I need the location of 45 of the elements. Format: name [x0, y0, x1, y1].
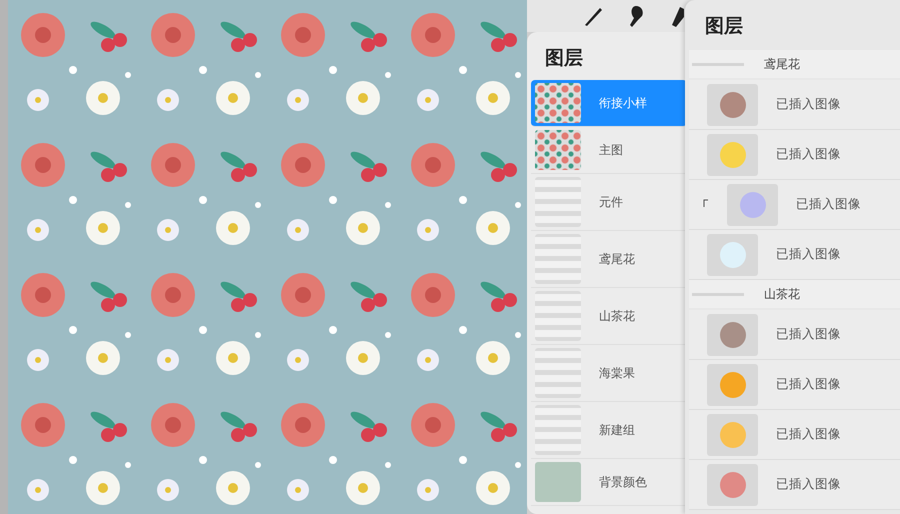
layer-name: 海棠果: [599, 365, 635, 382]
layer-name: 已插入图像: [776, 145, 841, 164]
group-name: 山茶花: [764, 286, 800, 303]
layer-name: 元件: [599, 194, 623, 211]
layer-row[interactable]: 背景颜色: [531, 459, 687, 506]
layer-name: 新建组: [599, 422, 635, 439]
layer-thumbnail: [535, 130, 581, 170]
group-thumbnail: [535, 348, 581, 398]
layer-name: 背景颜色: [599, 474, 647, 491]
layer-row[interactable]: 已插入图像: [689, 80, 900, 130]
panel-title: 图层: [704, 14, 744, 39]
layer-row[interactable]: 主图: [531, 127, 687, 174]
group-thumbnail: [535, 291, 581, 341]
group-thumbnail: [535, 177, 581, 227]
layer-row[interactable]: 鸢尾花: [531, 231, 687, 288]
layer-row[interactable]: 已插入图像: [689, 230, 900, 280]
layer-name: 衔接小样: [599, 95, 647, 112]
layer-row[interactable]: 新建组: [531, 402, 687, 459]
layer-row[interactable]: 衔接小样: [531, 80, 687, 127]
group-header[interactable]: 山茶花: [689, 280, 900, 308]
layer-name: 鸢尾花: [599, 251, 635, 268]
layer-name: 山茶花: [599, 308, 635, 325]
layer-name: 已插入图像: [796, 195, 861, 214]
group-header[interactable]: 鸢尾花: [689, 50, 900, 78]
layer-name: 已插入图像: [776, 425, 841, 444]
group-name: 鸢尾花: [764, 56, 800, 73]
group-thumbnail: [535, 405, 581, 455]
layer-name: 主图: [599, 142, 623, 159]
layer-thumbnail: [535, 83, 581, 123]
layer-name: 已插入图像: [776, 475, 841, 494]
layer-row[interactable]: 山茶花: [531, 288, 687, 345]
layer-name: 已插入图像: [776, 375, 841, 394]
layer-name: 已插入图像: [776, 245, 841, 264]
layer-name: 已插入图像: [776, 95, 841, 114]
layer-row[interactable]: 海棠果: [531, 345, 687, 402]
layer-row[interactable]: 已插入图像: [689, 180, 900, 230]
layer-row[interactable]: 已插入图像: [689, 310, 900, 360]
layer-row[interactable]: 已插入图像: [689, 460, 900, 510]
layer-row[interactable]: 元件: [531, 174, 687, 231]
layer-row[interactable]: 已插入图像: [689, 410, 900, 460]
layer-row[interactable]: 已插入图像: [689, 130, 900, 180]
group-thumbnail: [535, 234, 581, 284]
layer-name: 已插入图像: [776, 325, 841, 344]
layer-row[interactable]: 已插入图像: [689, 360, 900, 410]
panel-title: 图层: [544, 46, 584, 70]
